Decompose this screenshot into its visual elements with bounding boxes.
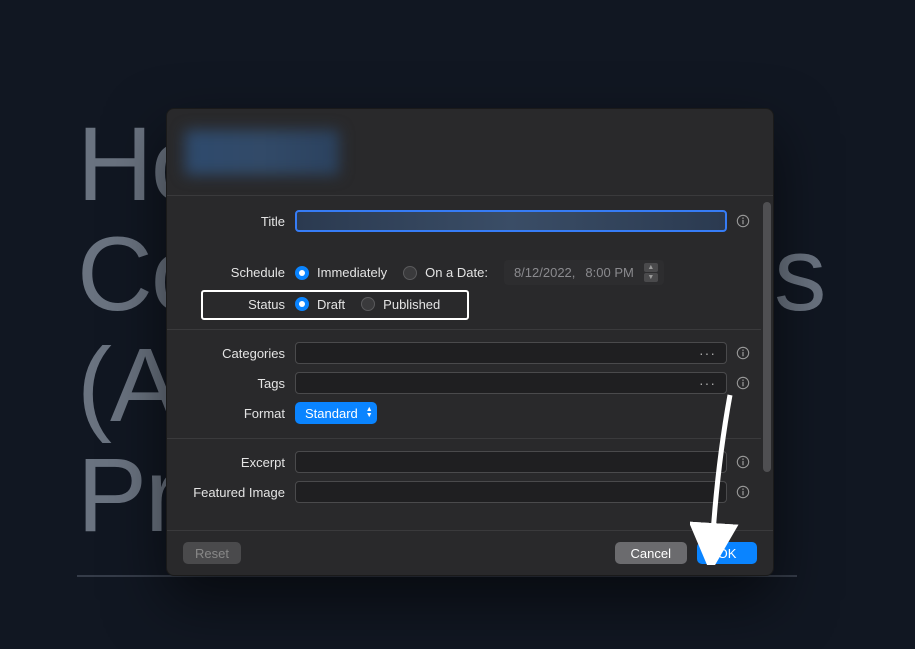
info-icon[interactable] (735, 345, 751, 361)
dialog-header (167, 109, 773, 195)
format-label: Format (177, 406, 295, 421)
schedule-immediately-radio[interactable] (295, 266, 309, 280)
tags-label: Tags (177, 376, 295, 391)
post-settings-dialog: Title Schedule Immediately On a Date: (166, 108, 774, 576)
status-draft-label: Draft (317, 297, 345, 312)
status-draft-radio[interactable] (295, 297, 309, 311)
ok-button[interactable]: OK (697, 542, 757, 564)
schedule-time-value: 8:00 PM (585, 265, 633, 280)
info-icon[interactable] (735, 375, 751, 391)
featured-image-label: Featured Image (177, 485, 295, 500)
schedule-date-value: 8/12/2022, (514, 265, 575, 280)
title-label: Title (177, 214, 295, 229)
format-select[interactable]: Standard ▲▼ (295, 402, 377, 424)
excerpt-input[interactable] (295, 451, 727, 473)
dialog-body: Title Schedule Immediately On a Date: (167, 195, 773, 531)
tags-input[interactable]: ··· (295, 372, 727, 394)
info-icon[interactable] (735, 484, 751, 500)
featured-image-input[interactable] (295, 481, 727, 503)
status-published-label: Published (383, 297, 440, 312)
status-published-radio[interactable] (361, 297, 375, 311)
info-icon[interactable] (735, 454, 751, 470)
categories-input[interactable]: ··· (295, 342, 727, 364)
info-icon[interactable] (735, 213, 751, 229)
vertical-scrollbar[interactable] (763, 202, 771, 472)
categories-label: Categories (177, 346, 295, 361)
schedule-date-field[interactable]: 8/12/2022, 8:00 PM ▲▼ (504, 260, 664, 285)
schedule-immediately-label: Immediately (317, 265, 387, 280)
header-image-placeholder (185, 130, 339, 175)
date-stepper[interactable]: ▲▼ (644, 263, 658, 282)
dialog-footer: Reset Cancel OK (167, 531, 773, 575)
schedule-date-radio[interactable] (403, 266, 417, 280)
reset-button[interactable]: Reset (183, 542, 241, 564)
title-input[interactable] (295, 210, 727, 232)
schedule-label: Schedule (177, 265, 295, 280)
excerpt-label: Excerpt (177, 455, 295, 470)
schedule-date-label: On a Date: (425, 265, 488, 280)
status-label: Status (177, 297, 295, 312)
cancel-button[interactable]: Cancel (615, 542, 687, 564)
format-value: Standard (305, 406, 358, 421)
